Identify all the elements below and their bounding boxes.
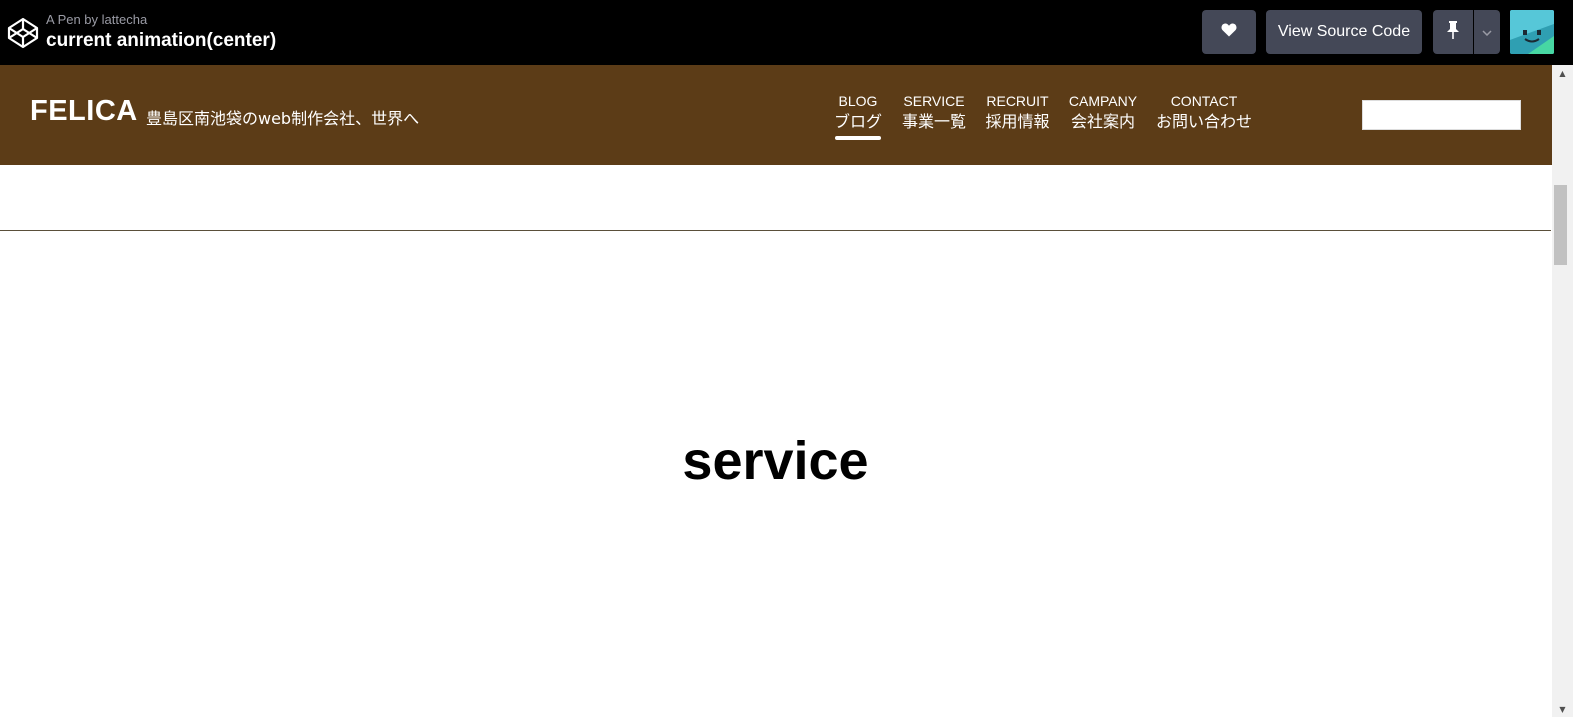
site-logo[interactable]: FELICA	[30, 95, 138, 128]
view-source-button[interactable]: View Source Code	[1266, 10, 1422, 54]
nav-item-blog[interactable]: BLOG ブログ	[834, 92, 883, 140]
scrollbar-thumb[interactable]	[1554, 185, 1567, 265]
pin-button[interactable]	[1433, 10, 1473, 54]
pin-icon	[1446, 20, 1460, 44]
search-input[interactable]	[1362, 100, 1521, 130]
pen-byline[interactable]: A Pen by lattecha	[46, 12, 147, 28]
chevron-down-icon	[1482, 23, 1492, 41]
nav-item-en-label: CONTACT	[1170, 93, 1238, 109]
user-avatar[interactable]	[1510, 10, 1554, 54]
codepen-logo-icon[interactable]	[6, 16, 40, 50]
nav-item-campany[interactable]: CAMPANY 会社案内	[1068, 92, 1138, 133]
nav-item-jp-label: 事業一覧	[901, 112, 966, 131]
site-header: FELICA 豊島区南池袋のweb制作会社、世界へ BLOG ブログ SERVI…	[0, 65, 1552, 165]
scroll-up-arrow-icon[interactable]: ▲	[1552, 65, 1573, 81]
heart-icon	[1221, 23, 1237, 42]
nav-item-en-label: CAMPANY	[1068, 93, 1138, 109]
nav-item-jp-label: お問い合わせ	[1156, 112, 1253, 131]
nav-item-en-label: SERVICE	[903, 93, 965, 109]
site-tagline: 豊島区南池袋のweb制作会社、世界へ	[146, 109, 420, 128]
codepen-top-bar: A Pen by lattecha current animation(cent…	[0, 0, 1573, 65]
heart-button[interactable]	[1202, 10, 1256, 54]
nav-item-jp-label: 採用情報	[985, 112, 1050, 131]
nav-item-jp-label: ブログ	[834, 112, 883, 131]
section-title: service	[682, 431, 869, 492]
nav-item-service[interactable]: SERVICE 事業一覧	[901, 92, 967, 133]
section-divider	[0, 230, 1551, 231]
vertical-scrollbar[interactable]: ▲ ▼	[1552, 65, 1573, 717]
pin-dropdown-button[interactable]	[1474, 10, 1500, 54]
pen-title: current animation(center)	[46, 30, 277, 51]
nav-item-jp-label: 会社案内	[1070, 112, 1135, 131]
nav-item-recruit[interactable]: RECRUIT 採用情報	[985, 92, 1050, 133]
nav-item-en-label: RECRUIT	[986, 93, 1049, 109]
scroll-down-arrow-icon[interactable]: ▼	[1552, 701, 1573, 717]
nav-item-en-label: BLOG	[838, 93, 878, 109]
active-nav-underline	[835, 136, 881, 140]
nav-item-contact[interactable]: CONTACT お問い合わせ	[1156, 92, 1252, 133]
